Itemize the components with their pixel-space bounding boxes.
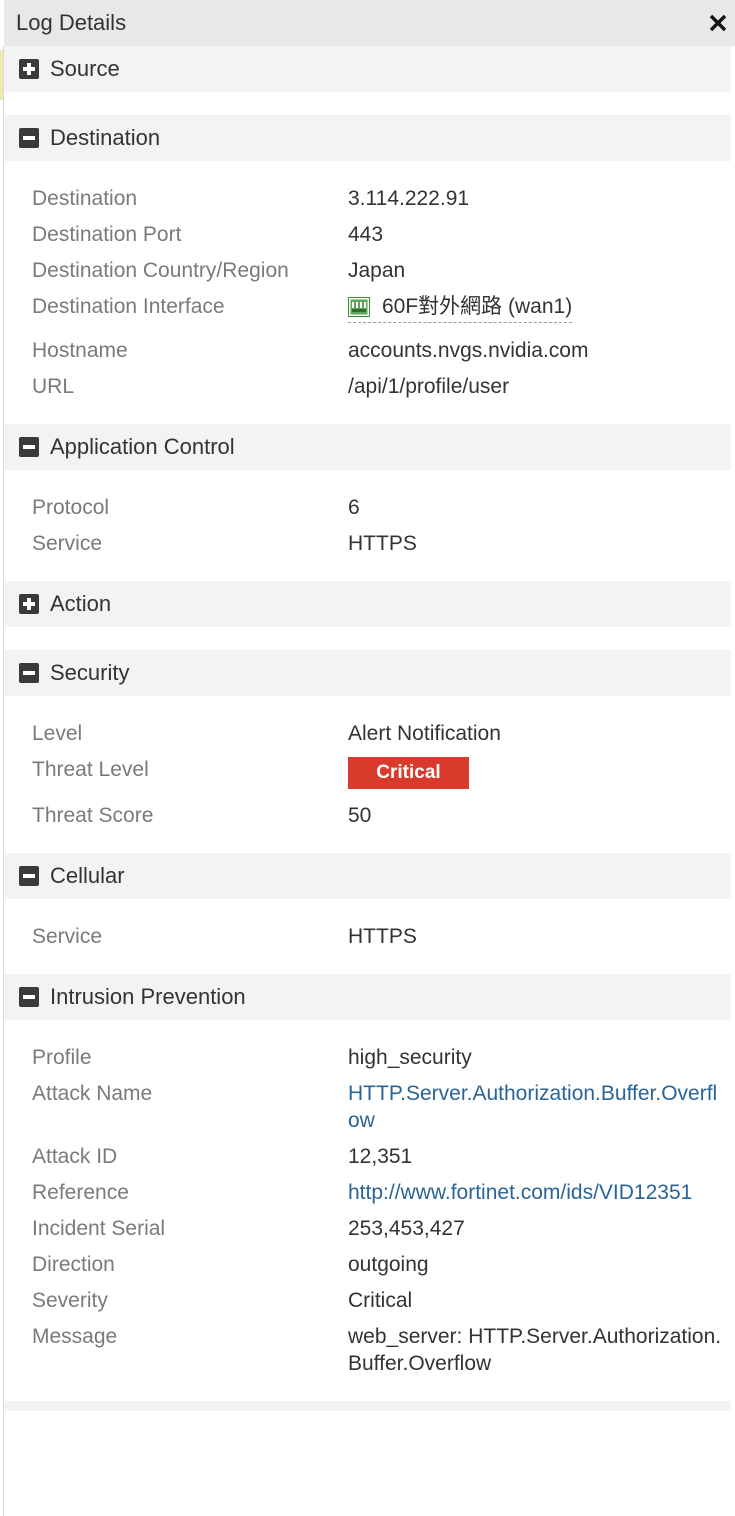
field-key: Threat Score — [32, 803, 154, 827]
field-value: 3.114.222.91 — [348, 187, 470, 210]
field-row-severity: Severity Critical — [32, 1287, 731, 1314]
field-key: Service — [32, 924, 103, 948]
field-key: Profile — [32, 1045, 92, 1069]
field-value: accounts.nvgs.nvidia.com — [348, 338, 589, 362]
section-header-application-control[interactable]: Application Control — [4, 423, 731, 470]
section-header-source[interactable]: Source — [4, 46, 731, 92]
field-value: Alert Notification — [348, 721, 501, 745]
reference-link[interactable]: http://www.fortinet.com/ids/VID12351 — [348, 1179, 728, 1206]
attack-name-link[interactable]: HTTP.Server.Authorization.Buffer.Overflo… — [348, 1080, 728, 1134]
field-row-direction: Direction outgoing — [32, 1251, 731, 1278]
expand-icon — [19, 593, 39, 614]
section-label: Security — [50, 659, 130, 685]
field-row-protocol: Protocol 6 — [32, 494, 731, 521]
close-button[interactable] — [705, 10, 731, 36]
next-section-header-edge — [4, 1400, 731, 1411]
field-row-threat-level: Threat Level Critical — [32, 756, 731, 789]
section-header-security[interactable]: Security — [4, 649, 731, 696]
field-key: Hostname — [32, 338, 128, 362]
field-row-attack-id: Attack ID 12,351 — [32, 1143, 731, 1170]
section-label: Destination — [50, 125, 161, 150]
field-value: 6 — [348, 495, 360, 519]
interface-link[interactable]: 60F對外網路 (wan1) — [348, 293, 573, 323]
field-key: Destination Port — [32, 223, 182, 246]
expand-icon — [19, 59, 39, 79]
field-row-incident-serial: Incident Serial 253,453,427 — [32, 1215, 731, 1242]
field-key: Level — [32, 721, 83, 745]
field-key: Destination — [32, 187, 138, 210]
field-row-level: Level Alert Notification — [32, 720, 731, 747]
collapse-icon — [19, 865, 39, 886]
field-row-destination-port: Destination Port 443 — [32, 221, 731, 248]
collapse-icon — [19, 986, 39, 1007]
field-key: Destination Interface — [32, 295, 225, 318]
field-row-url: URL /api/1/profile/user — [32, 373, 731, 400]
field-value: Critical — [348, 1288, 413, 1312]
field-key: Reference — [32, 1180, 129, 1204]
field-value: 60F對外網路 (wan1) — [348, 293, 728, 324]
field-row-destination: Destination 3.114.222.91 — [32, 185, 731, 212]
section-header-destination[interactable]: Destination — [4, 115, 731, 161]
network-port-icon — [348, 296, 370, 317]
field-value: HTTPS — [348, 924, 417, 948]
field-key: Service — [32, 531, 103, 555]
field-key: Direction — [32, 1252, 115, 1276]
field-value: Japan — [348, 259, 406, 282]
field-row-cellular-service: Service HTTPS — [32, 923, 731, 950]
field-value: Critical — [348, 756, 728, 789]
field-row-hostname: Hostname accounts.nvgs.nvidia.com — [32, 337, 731, 364]
field-key: Message — [32, 1324, 118, 1348]
field-value: HTTPS — [348, 531, 417, 555]
field-key: Destination Country/Region — [32, 259, 289, 282]
interface-name: 60F對外網路 (wan1) — [382, 295, 573, 318]
field-row-threat-score: Threat Score 50 — [32, 802, 731, 829]
field-value: 253,453,427 — [348, 1216, 465, 1240]
section-label: Source — [50, 56, 120, 81]
section-header-action[interactable]: Action — [4, 580, 731, 627]
field-key: Attack ID — [32, 1144, 118, 1168]
collapse-icon — [19, 436, 39, 457]
panel-title: Log Details — [16, 10, 127, 35]
field-row-service: Service HTTPS — [32, 530, 731, 557]
section-body-intrusion-prevention: Profile high_security Attack Name HTTP.S… — [4, 1020, 731, 1401]
section-header-intrusion-prevention[interactable]: Intrusion Prevention — [4, 973, 731, 1020]
field-row-profile: Profile high_security — [32, 1044, 731, 1071]
close-icon — [709, 14, 727, 32]
section-body-application-control: Protocol 6 Service HTTPS — [4, 470, 731, 581]
field-key: Protocol — [32, 495, 110, 519]
field-row-destination-country: Destination Country/Region Japan — [32, 257, 731, 284]
field-key: Incident Serial — [32, 1216, 166, 1240]
section-header-cellular[interactable]: Cellular — [4, 852, 731, 899]
field-value: high_security — [348, 1045, 472, 1069]
field-value: 443 — [348, 223, 384, 246]
field-key: Severity — [32, 1288, 108, 1312]
log-details-panel: Log Details Source Destination Destinati… — [0, 0, 735, 1516]
field-value: web_server: HTTP.Server.Authorization.Bu… — [348, 1324, 722, 1375]
section-label: Action — [50, 590, 112, 616]
section-label: Intrusion Prevention — [50, 983, 246, 1009]
section-label: Application Control — [50, 433, 235, 459]
section-body-security: Level Alert Notification Threat Level Cr… — [4, 696, 731, 853]
section-body-destination: Destination 3.114.222.91 Destination Por… — [4, 161, 731, 424]
field-value: 50 — [348, 803, 372, 827]
threat-level-badge: Critical — [348, 756, 469, 789]
section-body-cellular: Service HTTPS — [4, 899, 731, 974]
field-value: /api/1/profile/user — [348, 374, 510, 398]
field-key: Attack Name — [32, 1081, 153, 1105]
field-row-attack-name: Attack Name HTTP.Server.Authorization.Bu… — [32, 1080, 731, 1134]
field-row-destination-interface: Destination Interface 60F對外網路 (wan1) — [32, 293, 731, 324]
panel-titlebar: Log Details — [4, 0, 735, 46]
field-key: URL — [32, 374, 75, 398]
log-details-content: Source Destination Destination 3.114.222… — [4, 46, 731, 1411]
field-key: Threat Level — [32, 757, 149, 781]
collapse-icon — [19, 128, 39, 148]
collapse-icon — [19, 662, 39, 683]
field-row-message: Message web_server: HTTP.Server.Authoriz… — [32, 1323, 731, 1377]
field-value: outgoing — [348, 1252, 429, 1276]
field-value: 12,351 — [348, 1144, 413, 1168]
field-row-reference: Reference http://www.fortinet.com/ids/VI… — [32, 1179, 731, 1206]
section-label: Cellular — [50, 862, 125, 888]
